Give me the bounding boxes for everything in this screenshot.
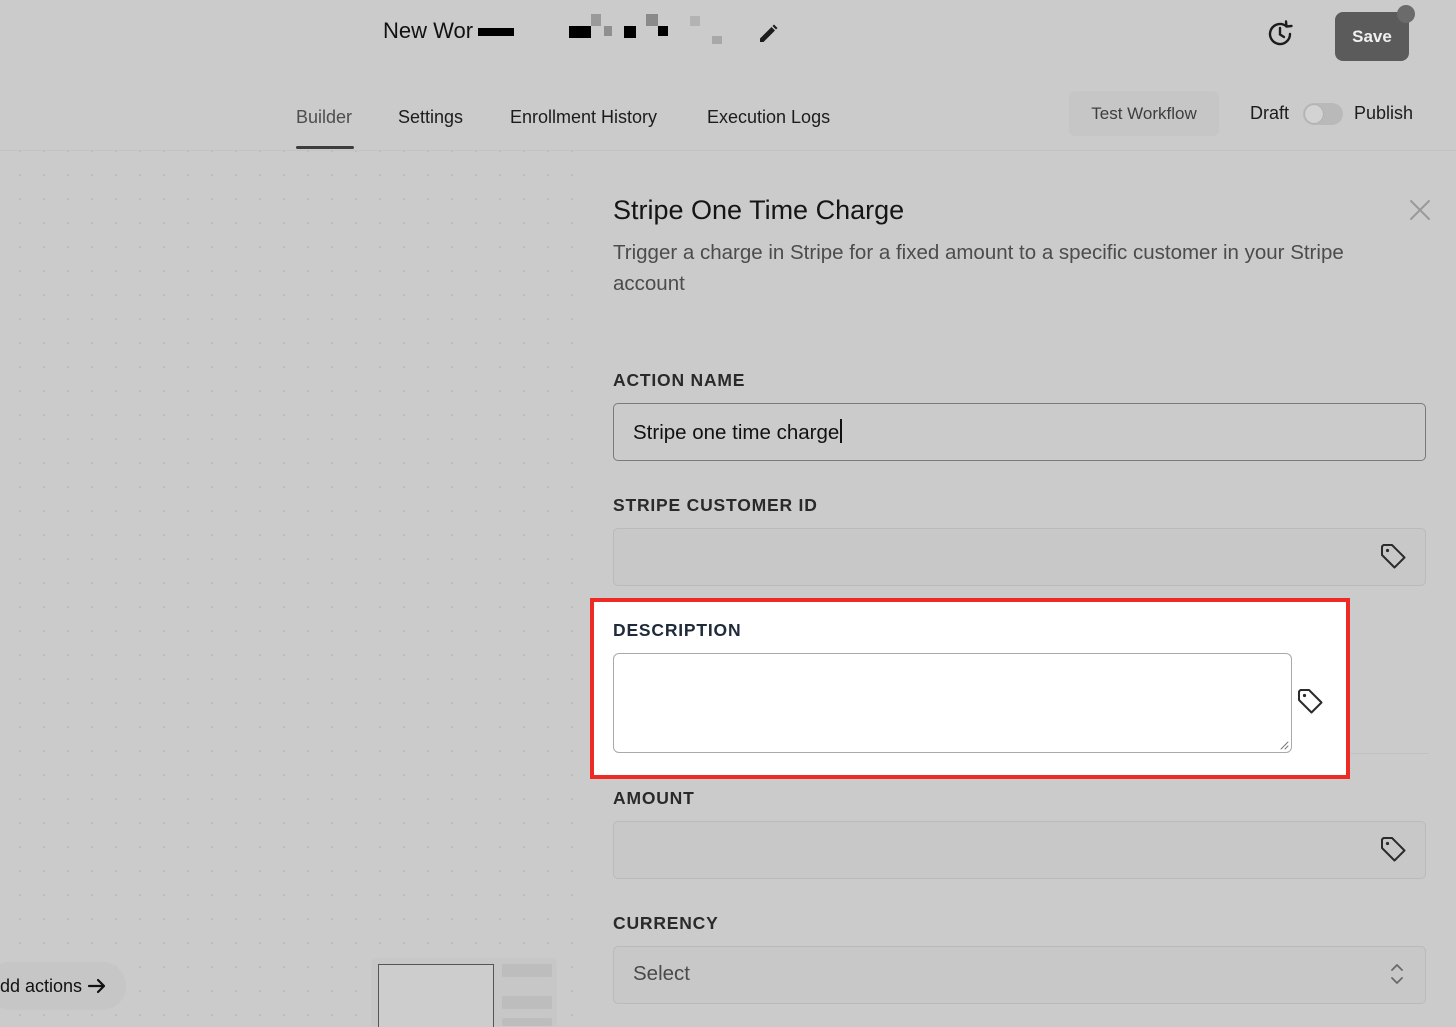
description-textarea[interactable]: [613, 653, 1292, 753]
publish-label: Publish: [1354, 103, 1414, 123]
minimap-control: [502, 964, 552, 977]
toggle-knob: [1305, 105, 1323, 123]
amount-label: AMOUNT: [613, 788, 695, 808]
action-config-panel: Stripe One Time Charge Trigger a charge …: [577, 151, 1456, 1026]
chevron-updown-icon: [1391, 964, 1403, 984]
draft-label: Draft: [1250, 103, 1290, 123]
resize-handle-icon[interactable]: [1279, 740, 1289, 750]
history-icon[interactable]: [1264, 18, 1296, 50]
action-name-value: Stripe one time charge: [633, 419, 842, 445]
close-icon[interactable]: [1409, 199, 1431, 221]
top-bar: New Wor Save Builder Settings Enrollment…: [0, 0, 1456, 151]
arrow-right-icon: [87, 978, 106, 994]
active-tab-indicator: [296, 146, 354, 149]
action-name-input[interactable]: Stripe one time charge: [613, 403, 1426, 461]
currency-label: CURRENCY: [613, 913, 719, 933]
canvas-minimap[interactable]: [371, 958, 557, 1027]
edit-icon[interactable]: [756, 22, 780, 46]
tab-builder[interactable]: Builder: [296, 107, 352, 128]
minimap-viewport[interactable]: [378, 964, 494, 1027]
action-name-label: ACTION NAME: [613, 370, 746, 390]
description-label: DESCRIPTION: [613, 620, 742, 640]
tag-icon[interactable]: [1296, 687, 1324, 715]
redacted-title-mask: [474, 14, 736, 44]
text-caret: [840, 419, 842, 443]
minimap-control: [502, 1018, 552, 1026]
publish-toggle[interactable]: [1303, 103, 1343, 125]
tab-execution-logs[interactable]: Execution Logs: [707, 107, 830, 128]
amount-input[interactable]: [613, 821, 1426, 879]
currency-select-value: Select: [633, 962, 690, 985]
tag-icon[interactable]: [1379, 542, 1407, 570]
stripe-customer-id-label: STRIPE CUSTOMER ID: [613, 495, 818, 515]
workflow-title[interactable]: New Wor: [383, 18, 473, 44]
add-actions-button[interactable]: dd actions: [0, 962, 126, 1010]
tag-icon[interactable]: [1379, 835, 1407, 863]
divider: [1349, 753, 1429, 754]
tab-enrollment-history[interactable]: Enrollment History: [510, 107, 657, 128]
unsaved-indicator: [1397, 5, 1415, 23]
minimap-control: [502, 996, 552, 1009]
stripe-customer-id-input[interactable]: [613, 528, 1426, 586]
currency-select[interactable]: Select: [613, 946, 1426, 1004]
tab-settings[interactable]: Settings: [398, 107, 463, 128]
add-actions-label: dd actions: [0, 976, 83, 996]
description-field-highlight: DESCRIPTION: [590, 598, 1350, 779]
test-workflow-button[interactable]: Test Workflow: [1069, 91, 1219, 136]
panel-description: Trigger a charge in Stripe for a fixed a…: [613, 241, 1344, 295]
panel-title: Stripe One Time Charge: [613, 195, 905, 225]
workflow-canvas[interactable]: [0, 151, 576, 1026]
